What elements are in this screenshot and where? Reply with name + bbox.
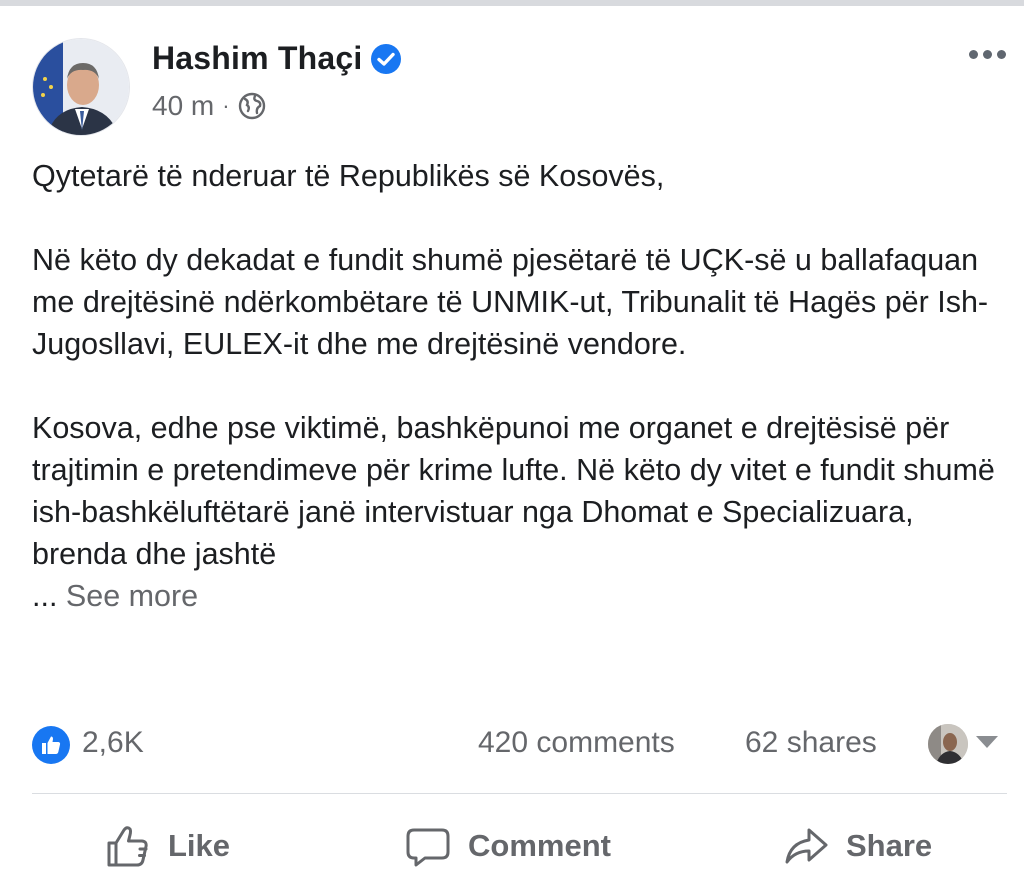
author-row: Hashim Thaçi — [152, 40, 402, 77]
action-bar: Like Comment Share — [32, 808, 1007, 883]
share-label: Share — [846, 828, 933, 863]
audience-caret-icon[interactable] — [976, 736, 998, 748]
share-arrow-icon — [785, 828, 828, 864]
ellipsis: ... — [32, 579, 66, 613]
globe-icon — [238, 92, 265, 120]
speech-bubble-icon — [406, 828, 450, 867]
post-time[interactable]: 40 m — [152, 90, 214, 122]
post-paragraph: Kosova, edhe pse viktimë, bashkëpunoi me… — [32, 407, 1002, 617]
author-name[interactable]: Hashim Thaçi — [152, 40, 362, 77]
verified-badge-icon — [371, 43, 402, 74]
more-dot — [969, 50, 978, 59]
post-paragraph-text: Kosova, edhe pse viktimë, bashkëpunoi me… — [32, 411, 995, 571]
more-options-icon[interactable] — [969, 50, 1006, 59]
post-paragraph: Në këto dy dekadat e fundit shumë pjesët… — [32, 243, 989, 361]
comment-button[interactable]: Comment — [404, 816, 611, 876]
viewer-avatar[interactable] — [928, 724, 968, 764]
more-dot — [983, 50, 992, 59]
comments-count[interactable]: 420 comments — [478, 726, 675, 760]
author-avatar[interactable] — [32, 38, 130, 136]
like-button[interactable]: Like — [104, 816, 230, 876]
like-reaction-icon[interactable] — [32, 726, 70, 764]
comment-label: Comment — [468, 828, 611, 863]
divider — [32, 793, 1007, 794]
shares-count[interactable]: 62 shares — [745, 726, 877, 760]
reactions-count[interactable]: 2,6K — [82, 726, 144, 760]
engagement-stats: 2,6K 420 comments 62 shares — [32, 722, 1004, 768]
see-more-link[interactable]: See more — [66, 579, 198, 613]
post-paragraph: Qytetarë të nderuar të Republikës së Kos… — [32, 159, 665, 193]
like-label: Like — [168, 828, 231, 863]
share-button[interactable]: Share — [782, 816, 932, 876]
post-body: Qytetarë të nderuar të Republikës së Kos… — [32, 155, 1002, 617]
more-dot — [997, 50, 1006, 59]
meta-separator: · — [222, 93, 230, 118]
thumbs-up-icon — [107, 826, 148, 867]
post-meta: 40 m · — [152, 90, 266, 122]
top-border — [0, 0, 1024, 6]
